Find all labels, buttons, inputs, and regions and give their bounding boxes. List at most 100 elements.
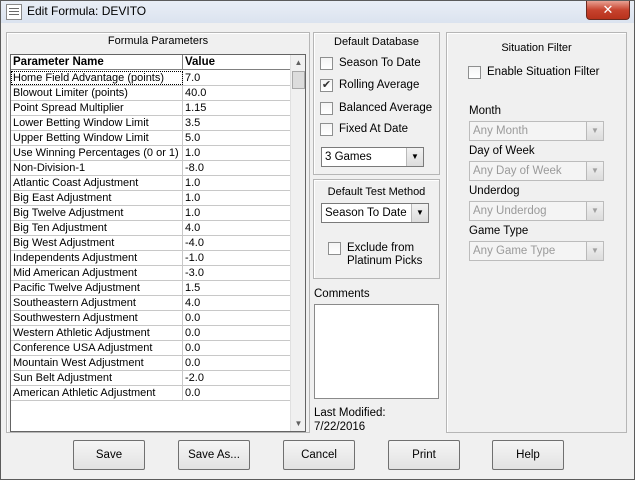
table-row[interactable]: Upper Betting Window Limit 5.0	[11, 131, 291, 146]
table-row[interactable]: Non-Division-1 -8.0	[11, 161, 291, 176]
database-option-checkbox[interactable]	[320, 123, 333, 136]
parameter-name-cell[interactable]: American Athletic Adjustment	[11, 386, 183, 400]
parameter-value-cell[interactable]: -2.0	[183, 371, 291, 385]
table-row[interactable]: Conference USA Adjustment 0.0	[11, 341, 291, 356]
parameter-name-cell[interactable]: Pacific Twelve Adjustment	[11, 281, 183, 295]
chevron-down-icon[interactable]: ▼	[586, 202, 603, 220]
parameter-name-cell[interactable]: Southeastern Adjustment	[11, 296, 183, 310]
parameter-name-cell[interactable]: Independents Adjustment	[11, 251, 183, 265]
parameter-value-cell[interactable]: 4.0	[183, 296, 291, 310]
table-row[interactable]: Use Winning Percentages (0 or 1) 1.0	[11, 146, 291, 161]
close-button[interactable]: ✕	[586, 1, 630, 20]
exclude-platinum-checkbox[interactable]	[328, 242, 341, 255]
help-button[interactable]: Help	[492, 440, 564, 470]
parameter-name-cell[interactable]: Non-Division-1	[11, 161, 183, 175]
scroll-down-icon[interactable]: ▼	[291, 416, 305, 431]
parameter-name-cell[interactable]: Mountain West Adjustment	[11, 356, 183, 370]
database-option-checkbox[interactable]	[320, 102, 333, 115]
database-option-row[interactable]: ✔ Rolling Average	[320, 78, 435, 94]
situation-filter-select[interactable]: Any Day of Week ▼	[469, 161, 604, 181]
games-select-chevron-down-icon[interactable]: ▼	[406, 148, 423, 166]
enable-situation-filter-checkbox[interactable]	[468, 66, 481, 79]
table-row[interactable]: Big Ten Adjustment 4.0	[11, 221, 291, 236]
parameter-name-cell[interactable]: Big East Adjustment	[11, 191, 183, 205]
chevron-down-icon[interactable]: ▼	[586, 162, 603, 180]
table-row[interactable]: Big East Adjustment 1.0	[11, 191, 291, 206]
database-option-row[interactable]: Balanced Average	[320, 101, 435, 117]
parameter-name-cell[interactable]: Big Ten Adjustment	[11, 221, 183, 235]
table-row[interactable]: Mid American Adjustment -3.0	[11, 266, 291, 281]
parameter-value-cell[interactable]: 0.0	[183, 326, 291, 340]
table-row[interactable]: Lower Betting Window Limit 3.5	[11, 116, 291, 131]
parameter-name-cell[interactable]: Big West Adjustment	[11, 236, 183, 250]
parameter-value-cell[interactable]: 7.0	[183, 71, 291, 85]
column-header-value[interactable]: Value	[183, 55, 291, 70]
cancel-button[interactable]: Cancel	[283, 440, 355, 470]
parameter-name-cell[interactable]: Upper Betting Window Limit	[11, 131, 183, 145]
table-row[interactable]: Atlantic Coast Adjustment 1.0	[11, 176, 291, 191]
table-row[interactable]: Mountain West Adjustment 0.0	[11, 356, 291, 371]
parameter-name-cell[interactable]: Mid American Adjustment	[11, 266, 183, 280]
parameter-value-cell[interactable]: 1.0	[183, 206, 291, 220]
table-row[interactable]: American Athletic Adjustment 0.0	[11, 386, 291, 401]
database-option-row[interactable]: Fixed At Date	[320, 122, 435, 138]
parameter-name-cell[interactable]: Western Athletic Adjustment	[11, 326, 183, 340]
table-row[interactable]: Western Athletic Adjustment 0.0	[11, 326, 291, 341]
parameter-name-cell[interactable]: Use Winning Percentages (0 or 1)	[11, 146, 183, 160]
parameter-name-cell[interactable]: Lower Betting Window Limit	[11, 116, 183, 130]
parameter-value-cell[interactable]: 0.0	[183, 341, 291, 355]
parameter-value-cell[interactable]: -8.0	[183, 161, 291, 175]
parameter-name-cell[interactable]: Blowout Limiter (points)	[11, 86, 183, 100]
exclude-platinum-checkbox-row[interactable]: Exclude from Platinum Picks	[328, 241, 428, 271]
table-row[interactable]: Point Spread Multiplier 1.15	[11, 101, 291, 116]
parameter-name-cell[interactable]: Point Spread Multiplier	[11, 101, 183, 115]
parameter-value-cell[interactable]: -3.0	[183, 266, 291, 280]
parameter-name-cell[interactable]: Southwestern Adjustment	[11, 311, 183, 325]
database-option-checkbox[interactable]	[320, 57, 333, 70]
games-select[interactable]: 3 Games ▼	[321, 147, 424, 167]
table-row[interactable]: Southeastern Adjustment 4.0	[11, 296, 291, 311]
comments-textarea[interactable]	[314, 304, 439, 399]
parameter-value-cell[interactable]: 1.5	[183, 281, 291, 295]
enable-situation-filter-row[interactable]: Enable Situation Filter	[468, 65, 618, 81]
situation-filter-select[interactable]: Any Underdog ▼	[469, 201, 604, 221]
table-row[interactable]: Sun Belt Adjustment -2.0	[11, 371, 291, 386]
table-row[interactable]: Big Twelve Adjustment 1.0	[11, 206, 291, 221]
table-row[interactable]: Independents Adjustment -1.0	[11, 251, 291, 266]
parameter-value-cell[interactable]: 1.0	[183, 191, 291, 205]
column-header-parameter-name[interactable]: Parameter Name	[11, 55, 183, 70]
database-option-row[interactable]: Season To Date	[320, 56, 435, 72]
parameter-name-cell[interactable]: Big Twelve Adjustment	[11, 206, 183, 220]
chevron-down-icon[interactable]: ▼	[586, 122, 603, 140]
parameter-value-cell[interactable]: 5.0	[183, 131, 291, 145]
test-method-select-chevron-down-icon[interactable]: ▼	[411, 204, 428, 222]
parameter-name-cell[interactable]: Conference USA Adjustment	[11, 341, 183, 355]
table-row[interactable]: Blowout Limiter (points) 40.0	[11, 86, 291, 101]
parameter-value-cell[interactable]: 4.0	[183, 221, 291, 235]
chevron-down-icon[interactable]: ▼	[586, 242, 603, 260]
situation-filter-select[interactable]: Any Month ▼	[469, 121, 604, 141]
parameter-value-cell[interactable]: 0.0	[183, 356, 291, 370]
table-row[interactable]: Big West Adjustment -4.0	[11, 236, 291, 251]
parameter-value-cell[interactable]: 40.0	[183, 86, 291, 100]
title-bar[interactable]: Edit Formula: DEVITO ✕	[1, 1, 634, 23]
grid-vertical-scrollbar[interactable]: ▲ ▼	[290, 55, 305, 431]
parameter-value-cell[interactable]: 3.5	[183, 116, 291, 130]
parameter-value-cell[interactable]: -1.0	[183, 251, 291, 265]
test-method-select[interactable]: Season To Date ▼	[321, 203, 429, 223]
parameter-name-cell[interactable]: Atlantic Coast Adjustment	[11, 176, 183, 190]
save-button[interactable]: Save	[73, 440, 145, 470]
table-row[interactable]: Southwestern Adjustment 0.0	[11, 311, 291, 326]
parameter-name-cell[interactable]: Home Field Advantage (points)	[11, 71, 183, 85]
table-row[interactable]: Pacific Twelve Adjustment 1.5	[11, 281, 291, 296]
save-as-button[interactable]: Save As...	[178, 440, 250, 470]
database-option-checkbox[interactable]: ✔	[320, 79, 333, 92]
print-button[interactable]: Print	[388, 440, 460, 470]
scroll-up-icon[interactable]: ▲	[291, 55, 305, 70]
parameter-name-cell[interactable]: Sun Belt Adjustment	[11, 371, 183, 385]
parameter-value-cell[interactable]: -4.0	[183, 236, 291, 250]
situation-filter-select[interactable]: Any Game Type ▼	[469, 241, 604, 261]
parameter-value-cell[interactable]: 0.0	[183, 386, 291, 400]
scroll-thumb[interactable]	[292, 71, 305, 89]
parameter-value-cell[interactable]: 1.0	[183, 176, 291, 190]
